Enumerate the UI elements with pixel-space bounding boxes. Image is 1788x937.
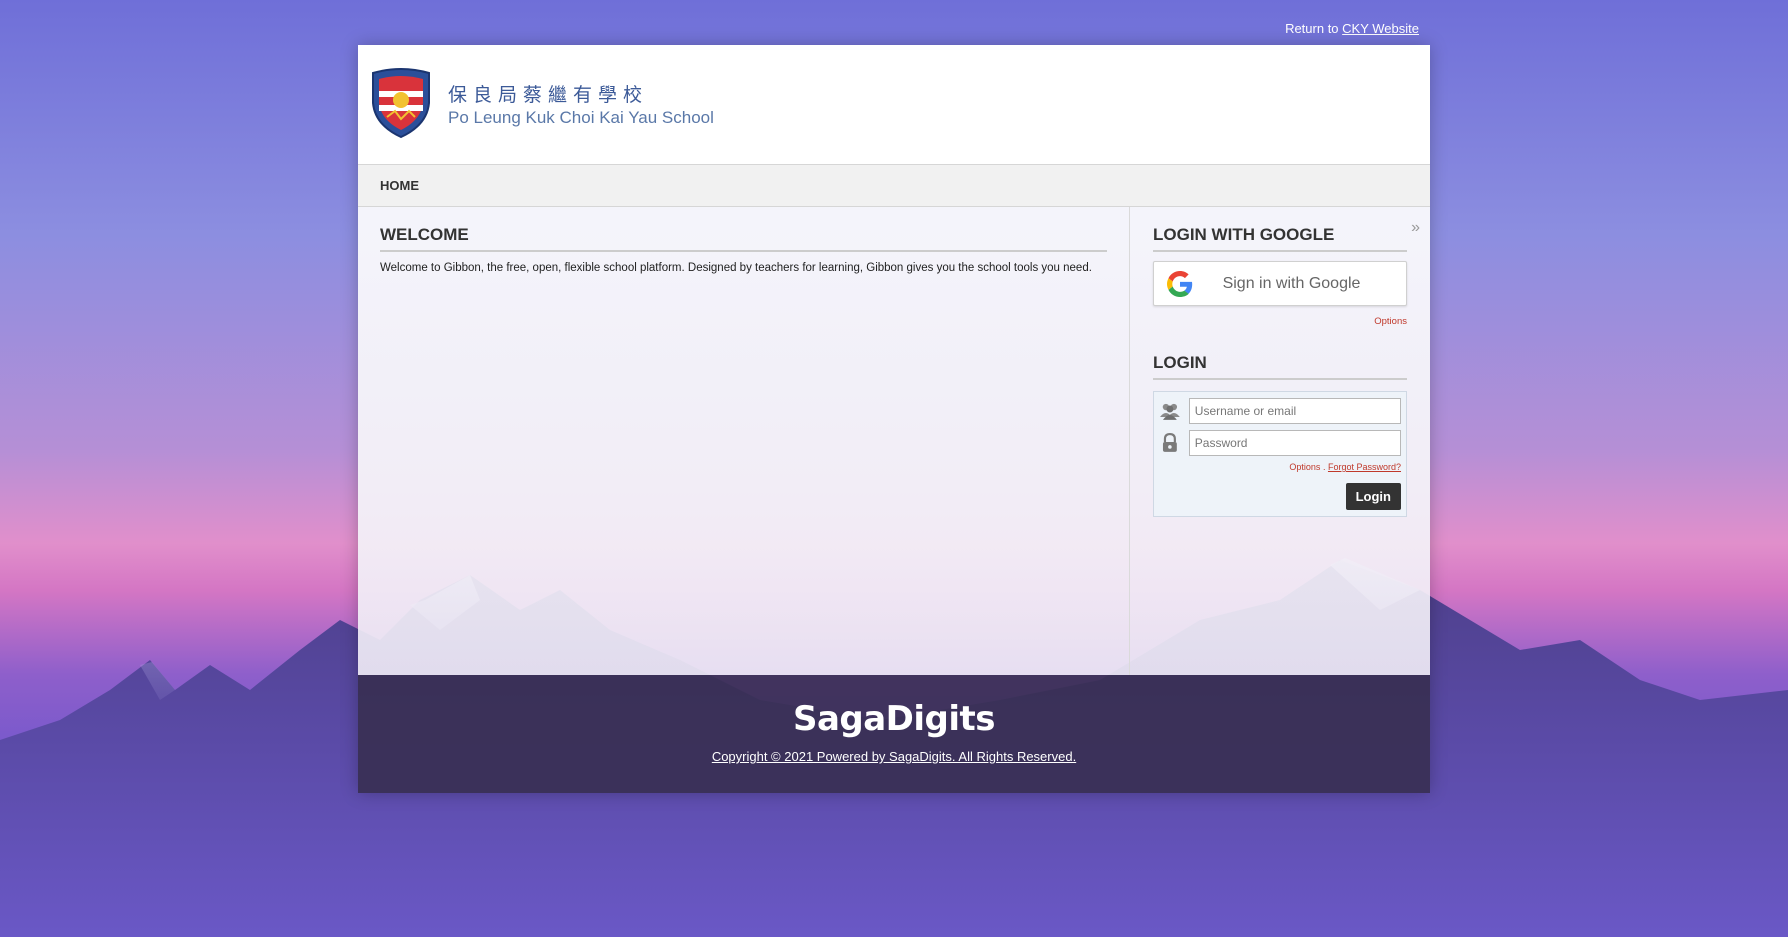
cky-website-link[interactable]: CKY Website xyxy=(1342,21,1419,36)
users-icon xyxy=(1159,403,1180,420)
options-separator: . xyxy=(1320,462,1328,472)
google-options-link[interactable]: Options xyxy=(1374,316,1407,327)
welcome-title: WELCOME xyxy=(380,225,1107,252)
sidebar: » LOGIN WITH GOOGLE Sign in with Google … xyxy=(1130,207,1430,675)
username-row xyxy=(1159,398,1401,424)
page-wrapper: 保良局蔡繼有學校 Po Leung Kuk Choi Kai Yau Schoo… xyxy=(358,45,1430,793)
main-content: WELCOME Welcome to Gibbon, the free, ope… xyxy=(358,207,1130,675)
footer-copyright-link[interactable]: Copyright © 2021 Powered by SagaDigits. … xyxy=(358,749,1430,764)
login-options-row: Options . Forgot Password? xyxy=(1159,462,1401,472)
main-nav: HOME xyxy=(358,165,1430,207)
content-area: WELCOME Welcome to Gibbon, the free, ope… xyxy=(358,207,1430,675)
password-input[interactable] xyxy=(1188,430,1401,456)
google-sign-in-label: Sign in with Google xyxy=(1222,274,1361,292)
footer: SagaDigits Copyright © 2021 Powered by S… xyxy=(358,675,1430,793)
nav-item-home[interactable]: HOME xyxy=(380,178,419,193)
google-logo-icon xyxy=(1167,270,1193,297)
school-crest-logo[interactable] xyxy=(367,67,435,139)
google-sign-in-button[interactable]: Sign in with Google xyxy=(1153,261,1407,306)
header: 保良局蔡繼有學校 Po Leung Kuk Choi Kai Yau Schoo… xyxy=(358,45,1430,165)
school-name-english: Po Leung Kuk Choi Kai Yau School xyxy=(448,108,714,127)
login-button[interactable]: Login xyxy=(1345,483,1401,510)
collapse-sidebar-icon[interactable]: » xyxy=(1411,219,1420,237)
login-form: Options . Forgot Password? Login xyxy=(1153,391,1407,517)
password-row xyxy=(1159,430,1401,456)
login-title: LOGIN xyxy=(1153,353,1407,380)
school-name-chinese: 保良局蔡繼有學校 xyxy=(448,84,649,106)
login-options-link[interactable]: Options xyxy=(1289,462,1320,472)
return-prefix: Return to xyxy=(1285,21,1343,36)
google-options-row: Options xyxy=(1153,316,1407,327)
welcome-text: Welcome to Gibbon, the free, open, flexi… xyxy=(380,262,1092,274)
forgot-password-link[interactable]: Forgot Password? xyxy=(1328,462,1401,472)
username-input[interactable] xyxy=(1188,398,1401,424)
login-button-row: Login xyxy=(1159,483,1401,510)
return-link-container: Return to CKY Website xyxy=(1285,21,1419,36)
sagadigits-logo[interactable]: SagaDigits xyxy=(358,675,1430,739)
lock-icon xyxy=(1162,432,1177,452)
google-login-title: LOGIN WITH GOOGLE xyxy=(1153,225,1407,252)
